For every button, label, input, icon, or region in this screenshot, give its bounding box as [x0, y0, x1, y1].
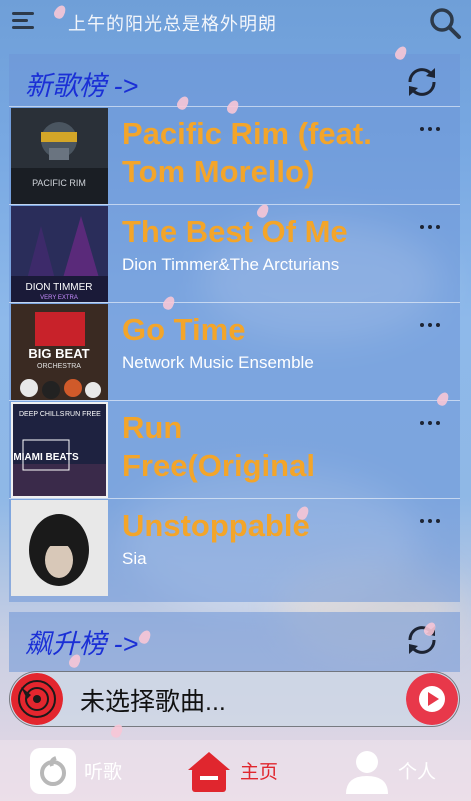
refresh-icon[interactable] [402, 620, 442, 660]
song-row[interactable]: BIG BEAT ORCHESTRA Go Time Network Music… [9, 302, 460, 400]
more-icon[interactable] [420, 323, 440, 329]
nav-label: 听歌 [84, 762, 123, 783]
song-row[interactable]: PACIFIC RIM Pacific Rim (feat. Tom Morel… [9, 106, 460, 204]
disc-icon [11, 673, 63, 725]
song-artist: Network Music Ensemble [122, 353, 314, 372]
song-artist: Dion Timmer&The Arcturians [122, 255, 340, 274]
song-title: Pacific Rim (feat. Tom Morello) [122, 116, 372, 189]
new-songs-header: 新歌榜 -> [9, 54, 460, 106]
more-icon[interactable] [420, 225, 440, 231]
cover-subtext: VERY EXTRA [40, 295, 78, 301]
cover-text: DION TIMMER [25, 282, 92, 293]
refresh-icon[interactable] [402, 62, 442, 102]
song-title: Go Time [122, 312, 246, 347]
new-songs-title[interactable]: 新歌榜 -> [25, 64, 138, 103]
album-cover: PACIFIC RIM [11, 108, 108, 204]
person-icon [346, 750, 388, 794]
album-cover [11, 500, 108, 596]
home-icon [188, 751, 230, 792]
now-playing-text: 未选择歌曲... [80, 688, 226, 716]
bottom-nav: 听歌 主页 个人 [0, 740, 471, 801]
cover-text: MIAMI BEATS [13, 452, 79, 463]
song-title: Run Free(Original Mix) [122, 410, 315, 489]
menu-icon[interactable] [12, 12, 38, 32]
song-row[interactable]: DEEP CHILLS RUN FREE MIAMI BEATS Run Fre… [9, 400, 460, 498]
nav-item-home[interactable]: 主页 [186, 740, 278, 801]
cover-subtext: ORCHESTRA [37, 363, 81, 370]
cover-text-right: RUN FREE [65, 411, 101, 418]
cover-text: PACIFIC RIM [32, 178, 86, 188]
nav-item-listen[interactable]: 听歌 [30, 740, 122, 801]
nav-item-profile[interactable]: 个人 [344, 740, 436, 801]
mini-player[interactable]: 未选择歌曲... [9, 671, 460, 727]
album-cover: BIG BEAT ORCHESTRA [11, 304, 108, 400]
song-title: The Best Of Me [122, 214, 348, 249]
song-row[interactable]: DION TIMMER VERY EXTRA The Best Of Me Di… [9, 204, 460, 302]
netease-music-icon [30, 747, 76, 794]
album-cover: DION TIMMER VERY EXTRA [11, 206, 108, 302]
album-cover: DEEP CHILLS RUN FREE MIAMI BEATS [11, 402, 108, 498]
header-title: 上午的阳光总是格外明朗 [68, 14, 277, 34]
play-button[interactable] [406, 673, 458, 725]
song-title: Unstoppable [122, 508, 310, 543]
more-icon[interactable] [420, 519, 440, 525]
nav-label: 个人 [398, 762, 437, 783]
new-songs-panel: 新歌榜 -> PACIFIC RIM Pacific Rim (feat. To… [9, 54, 460, 602]
top-bar: 上午的阳光总是格外明朗 [0, 0, 471, 46]
more-icon[interactable] [420, 127, 440, 133]
cover-text: BIG BEAT [28, 346, 89, 361]
cover-text-left: DEEP CHILLS [19, 411, 65, 418]
search-icon[interactable] [428, 6, 462, 40]
rising-title[interactable]: 飙升榜 -> [25, 622, 138, 661]
song-row[interactable]: Unstoppable Sia [9, 498, 460, 596]
song-artist: Sia [122, 549, 147, 568]
nav-label: 主页 [240, 762, 279, 783]
more-icon[interactable] [420, 421, 440, 427]
